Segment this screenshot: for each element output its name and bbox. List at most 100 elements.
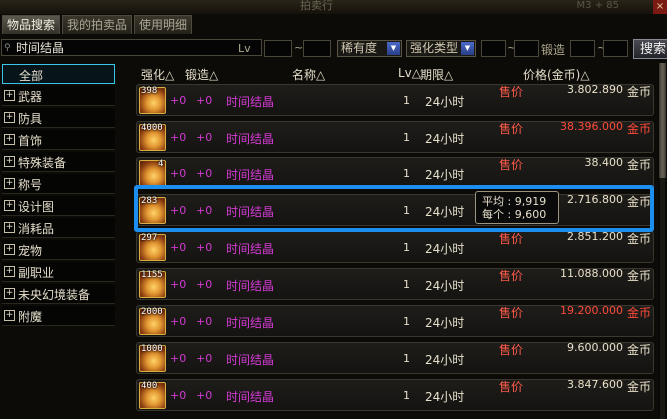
expand-plus-icon[interactable]: + xyxy=(4,200,15,211)
tab-bar: 物品搜索 我的拍卖品 使用明细 xyxy=(2,15,193,34)
table-row[interactable]: 1155 +0 +0 时间结晶 1 24小时 售价 11.088.000 金币 xyxy=(136,267,654,300)
forge-value: +0 xyxy=(196,352,213,365)
enhance-value: +0 xyxy=(170,167,187,180)
item-name: 时间结晶 xyxy=(226,168,275,182)
time-crystal-item-icon: 4000 xyxy=(139,123,166,151)
price-unit: 金币 xyxy=(626,306,651,320)
expand-plus-icon[interactable]: + xyxy=(4,156,15,167)
category-consumable[interactable]: + 消耗品 xyxy=(2,218,115,238)
expand-plus-icon[interactable]: + xyxy=(4,222,15,233)
item-quantity: 2000 xyxy=(141,307,163,317)
sale-price-label: 售价 xyxy=(499,343,524,357)
price-unit: 金币 xyxy=(626,85,651,99)
item-name: 时间结晶 xyxy=(226,132,275,146)
forge-value: +0 xyxy=(196,315,213,328)
category-weiyang-equipment[interactable]: + 未央幻境装备 xyxy=(2,284,115,304)
enhance-value: +0 xyxy=(170,94,187,107)
table-row[interactable]: 4000 +0 +0 时间结晶 1 24小时 售价 38.396.000 金币 xyxy=(136,120,654,153)
rarity-dropdown[interactable]: 稀有度 ▼ xyxy=(337,40,402,57)
item-duration: 24小时 xyxy=(425,353,465,367)
table-row[interactable]: 297 +0 +0 时间结晶 1 24小时 售价 2.851.200 金币 xyxy=(136,230,654,263)
item-quantity: 4000 xyxy=(141,123,163,133)
category-label: 武器 xyxy=(18,90,43,104)
category-sidebar: 全部 + 武器 + 防具 + 首饰 + 特殊装备 + 称号 + 设计图 + 消耗… xyxy=(0,63,118,419)
expand-plus-icon[interactable]: + xyxy=(4,266,15,277)
results-scrollbar[interactable] xyxy=(658,63,667,419)
table-row[interactable]: 2000 +0 +0 时间结晶 1 24小时 售价 19.200.000 金币 xyxy=(136,304,654,337)
column-name[interactable]: 名称△ xyxy=(292,66,325,83)
expand-plus-icon[interactable]: + xyxy=(4,112,15,123)
category-all[interactable]: 全部 xyxy=(2,64,115,84)
category-enchant[interactable]: + 附魔 xyxy=(2,306,115,326)
sale-price-label: 售价 xyxy=(499,158,524,172)
window-titlebar: 拍卖行 M3 + 85 × xyxy=(0,0,667,14)
category-weapon[interactable]: + 武器 xyxy=(2,86,115,106)
category-pet[interactable]: + 宠物 xyxy=(2,240,115,260)
item-name: 时间结晶 xyxy=(226,390,275,404)
time-crystal-item-icon: 297 xyxy=(139,233,166,261)
category-blueprint[interactable]: + 设计图 xyxy=(2,196,115,216)
tab-usage-history[interactable]: 使用明细 xyxy=(134,15,193,34)
lv-min-input[interactable] xyxy=(264,40,292,57)
tab-item-search[interactable]: 物品搜索 xyxy=(2,15,61,34)
category-label: 未央幻境装备 xyxy=(18,288,91,302)
column-enhance[interactable]: 强化△ xyxy=(141,66,174,83)
category-label: 特殊装备 xyxy=(18,156,67,170)
column-lv[interactable]: Lv△ xyxy=(398,66,421,80)
category-sub-job[interactable]: + 副职业 xyxy=(2,262,115,282)
expand-plus-icon[interactable]: + xyxy=(4,244,15,255)
table-row[interactable]: 398 +0 +0 时间结晶 1 24小时 售价 3.802.890 金币 xyxy=(136,83,654,116)
scrollbar-thumb[interactable] xyxy=(659,63,666,178)
item-name: 时间结晶 xyxy=(226,316,275,330)
close-button[interactable]: × xyxy=(653,0,667,14)
expand-plus-icon[interactable]: + xyxy=(4,288,15,299)
forge-label: 锻造 xyxy=(541,43,566,57)
search-input[interactable]: ⚲ 时间结晶 xyxy=(1,39,262,56)
expand-plus-icon[interactable]: + xyxy=(4,134,15,145)
tab-my-auctions[interactable]: 我的拍卖品 xyxy=(62,15,133,34)
price-unit: 金币 xyxy=(626,380,651,394)
category-armor[interactable]: + 防具 xyxy=(2,108,115,128)
sale-price-label: 售价 xyxy=(499,122,524,136)
column-duration[interactable]: 期限△ xyxy=(420,66,453,83)
time-crystal-item-icon: 398 xyxy=(139,86,166,114)
item-quantity: 400 xyxy=(141,381,158,391)
item-duration: 24小时 xyxy=(425,242,465,256)
enhance-max-input[interactable] xyxy=(514,40,539,57)
forge-value: +0 xyxy=(196,389,213,402)
item-price: 19.200.000 xyxy=(560,304,623,317)
tooltip-each: 每个 : 9,600 xyxy=(482,208,547,221)
expand-plus-icon[interactable]: + xyxy=(4,178,15,189)
lv-max-input[interactable] xyxy=(303,40,331,57)
titlebar-hint: M3 + 85 xyxy=(576,0,619,11)
column-forge[interactable]: 锻造△ xyxy=(185,66,218,83)
enhance-value: +0 xyxy=(170,315,187,328)
price-unit: 金币 xyxy=(626,269,651,283)
enhance-type-label: 强化类型 xyxy=(410,41,459,55)
lv-range-tilde: ~ xyxy=(294,41,304,54)
enhance-type-dropdown[interactable]: 强化类型 ▼ xyxy=(406,40,476,57)
item-quantity: 1000 xyxy=(141,344,163,354)
search-button[interactable]: 搜索 xyxy=(633,39,667,59)
item-duration: 24小时 xyxy=(425,95,465,109)
item-quantity: 297 xyxy=(141,233,158,243)
category-label: 称号 xyxy=(18,178,43,192)
enhance-min-input[interactable] xyxy=(481,40,506,57)
category-title[interactable]: + 称号 xyxy=(2,174,115,194)
forge-min-input[interactable] xyxy=(570,40,595,57)
item-name: 时间结晶 xyxy=(226,242,275,256)
item-level: 1 xyxy=(403,389,410,402)
column-price[interactable]: 价格(金币)△ xyxy=(523,66,590,83)
rarity-dropdown-label: 稀有度 xyxy=(341,41,378,55)
table-row[interactable]: 1000 +0 +0 时间结晶 1 24小时 售价 9.600.000 金币 xyxy=(136,341,654,374)
table-row[interactable]: 400 +0 +0 时间结晶 1 24小时 售价 3.847.600 金币 xyxy=(136,378,654,411)
item-name: 时间结晶 xyxy=(226,353,275,367)
item-quantity: 4 xyxy=(158,159,164,169)
expand-plus-icon[interactable]: + xyxy=(4,90,15,101)
category-special-equipment[interactable]: + 特殊装备 xyxy=(2,152,115,172)
forge-max-input[interactable] xyxy=(603,40,628,57)
category-jewelry[interactable]: + 首饰 xyxy=(2,130,115,150)
expand-plus-icon[interactable]: + xyxy=(4,310,15,321)
sale-price-label: 售价 xyxy=(499,85,524,99)
item-duration: 24小时 xyxy=(425,390,465,404)
